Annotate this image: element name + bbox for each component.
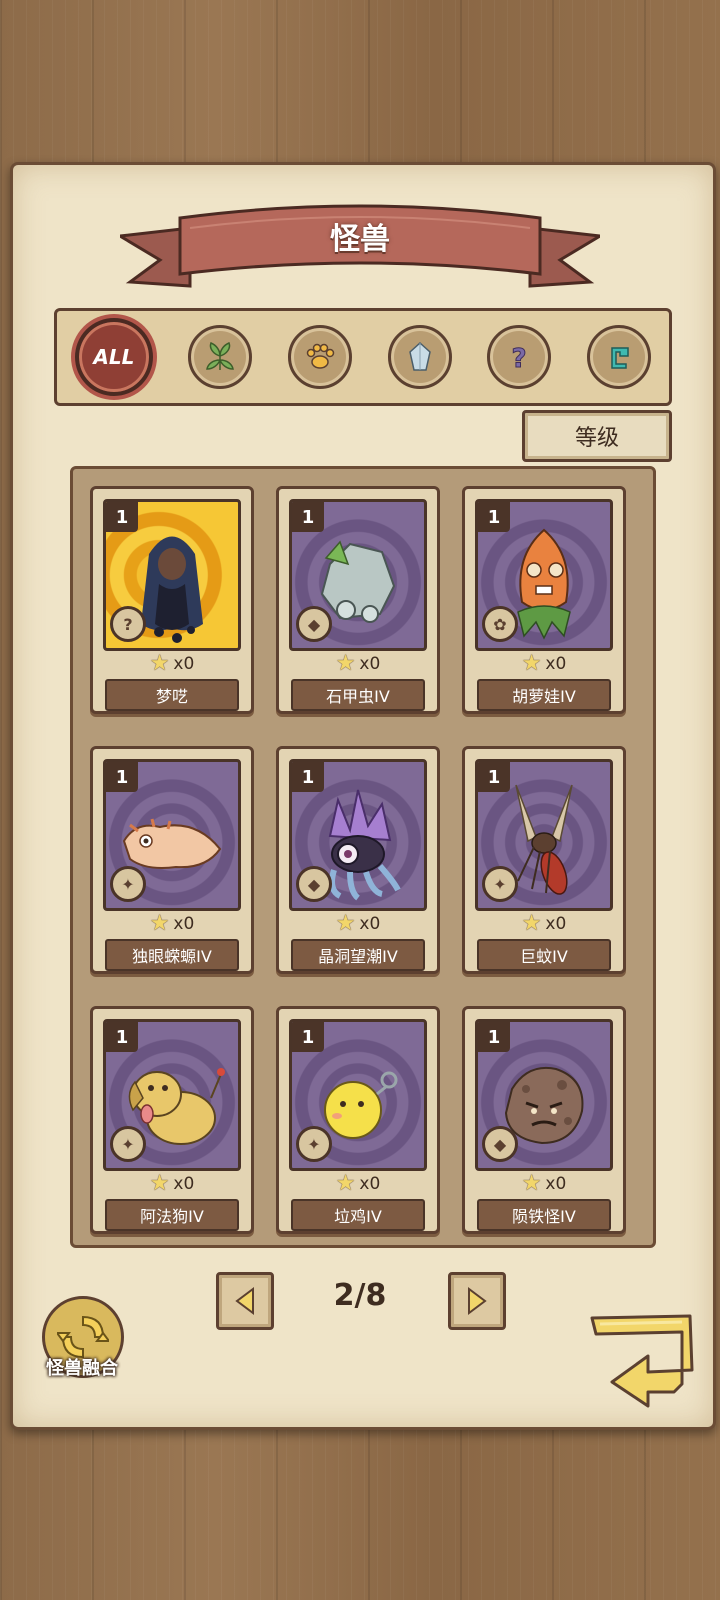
monster-name: 独眼蝾螈IV: [105, 939, 239, 971]
paw-icon: ✦: [482, 866, 518, 902]
filter-mineral-button[interactable]: [387, 325, 452, 389]
star-count: x0: [545, 913, 567, 934]
star-icon: ★: [335, 651, 356, 676]
level-badge: 1: [292, 1022, 324, 1052]
star-count: x0: [545, 653, 567, 674]
star-count: x0: [173, 1173, 195, 1194]
crystal-icon: ◆: [296, 606, 332, 642]
page-title: 怪兽: [330, 222, 390, 257]
filter-beast-button[interactable]: [288, 325, 353, 389]
filter-machine-button[interactable]: [587, 325, 652, 389]
monster-name: 梦呓: [105, 679, 239, 711]
fusion-label: 怪兽融合: [46, 1358, 118, 1379]
level-badge: 1: [106, 762, 138, 792]
star-count: x0: [359, 1173, 381, 1194]
star-count: x0: [545, 1173, 567, 1194]
gear-icon: [611, 347, 629, 369]
star-icon: ★: [149, 651, 170, 676]
filter-all-button[interactable]: ALL: [74, 318, 153, 396]
card-art: 1 ✦: [103, 1019, 241, 1171]
question-icon: ?: [110, 606, 146, 642]
triangle-right-icon: [468, 1287, 487, 1315]
crystal-icon: ◆: [482, 1126, 518, 1162]
monster-name: 垃鸡IV: [291, 1199, 425, 1231]
star-count: x0: [173, 653, 195, 674]
leaf-icon: ✿: [482, 606, 518, 642]
triangle-left-icon: [235, 1287, 254, 1315]
card-art: 1 ✦: [289, 1019, 427, 1171]
level-badge: 1: [478, 1022, 510, 1052]
svg-text:?: ?: [512, 344, 527, 374]
star-icon: ★: [149, 1171, 170, 1196]
level-badge: 1: [292, 502, 324, 532]
back-arrow-button[interactable]: [586, 1312, 698, 1408]
monster-card[interactable]: 1 ✦ ★ x0 阿法狗IV: [90, 1006, 254, 1234]
paw-icon: ✦: [296, 1126, 332, 1162]
monster-name: 巨蚊IV: [477, 939, 611, 971]
filter-all-label: ALL: [93, 345, 135, 369]
filter-bar: ALL ?: [54, 308, 672, 406]
monster-card[interactable]: 1 ✿ ★ x0 胡萝娃IV: [462, 486, 626, 714]
card-art: 1 ✦: [103, 759, 241, 911]
monster-card[interactable]: 1 ◆ ★ x0 陨铁怪IV: [462, 1006, 626, 1234]
monster-card[interactable]: 1 ◆ ★ x0 晶洞望潮IV: [276, 746, 440, 974]
sort-by-level-button[interactable]: 等级: [522, 410, 672, 462]
card-art: 1 ◆: [475, 1019, 613, 1171]
crystal-icon: [408, 341, 431, 371]
next-page-button[interactable]: [448, 1272, 506, 1330]
card-art: 1 ◆: [289, 499, 427, 651]
filter-plant-button[interactable]: [188, 325, 253, 389]
card-art: 1 ?: [103, 499, 241, 651]
star-count: x0: [359, 913, 381, 934]
monster-name: 胡萝娃IV: [477, 679, 611, 711]
question-icon: ?: [511, 344, 527, 375]
level-badge: 1: [106, 1022, 138, 1052]
star-icon: ★: [521, 1171, 542, 1196]
star-icon: ★: [335, 1171, 356, 1196]
monster-fusion-button[interactable]: 怪兽融合: [40, 1296, 124, 1382]
monster-name: 石甲虫IV: [291, 679, 425, 711]
star-icon: ★: [521, 911, 542, 936]
monster-card[interactable]: 1 ◆ ★ x0 石甲虫IV: [276, 486, 440, 714]
monster-card[interactable]: 1 ✦ ★ x0 独眼蝾螈IV: [90, 746, 254, 974]
card-art: 1 ✦: [475, 759, 613, 911]
prev-page-button[interactable]: [216, 1272, 274, 1330]
crystal-icon: ◆: [296, 866, 332, 902]
monster-card[interactable]: 1 ✦ ★ x0 垃鸡IV: [276, 1006, 440, 1234]
monster-name: 晶洞望潮IV: [291, 939, 425, 971]
paw-icon: ✦: [110, 866, 146, 902]
page-indicator: 2/8: [333, 1278, 387, 1313]
star-icon: ★: [335, 911, 356, 936]
star-icon: ★: [521, 651, 542, 676]
monster-name: 陨铁怪IV: [477, 1199, 611, 1231]
filter-unknown-button[interactable]: ?: [487, 325, 552, 389]
leaf-icon: [206, 342, 235, 370]
card-art: 1 ◆: [289, 759, 427, 911]
monster-card[interactable]: 1 ? ★ x0 梦呓: [90, 486, 254, 714]
card-art: 1 ✿: [475, 499, 613, 651]
paw-icon: ✦: [110, 1126, 146, 1162]
paw-icon: [306, 343, 335, 369]
star-count: x0: [173, 913, 195, 934]
star-icon: ★: [149, 911, 170, 936]
star-count: x0: [359, 653, 381, 674]
monster-card[interactable]: 1 ✦ ★ x0 巨蚊IV: [462, 746, 626, 974]
monster-name: 阿法狗IV: [105, 1199, 239, 1231]
